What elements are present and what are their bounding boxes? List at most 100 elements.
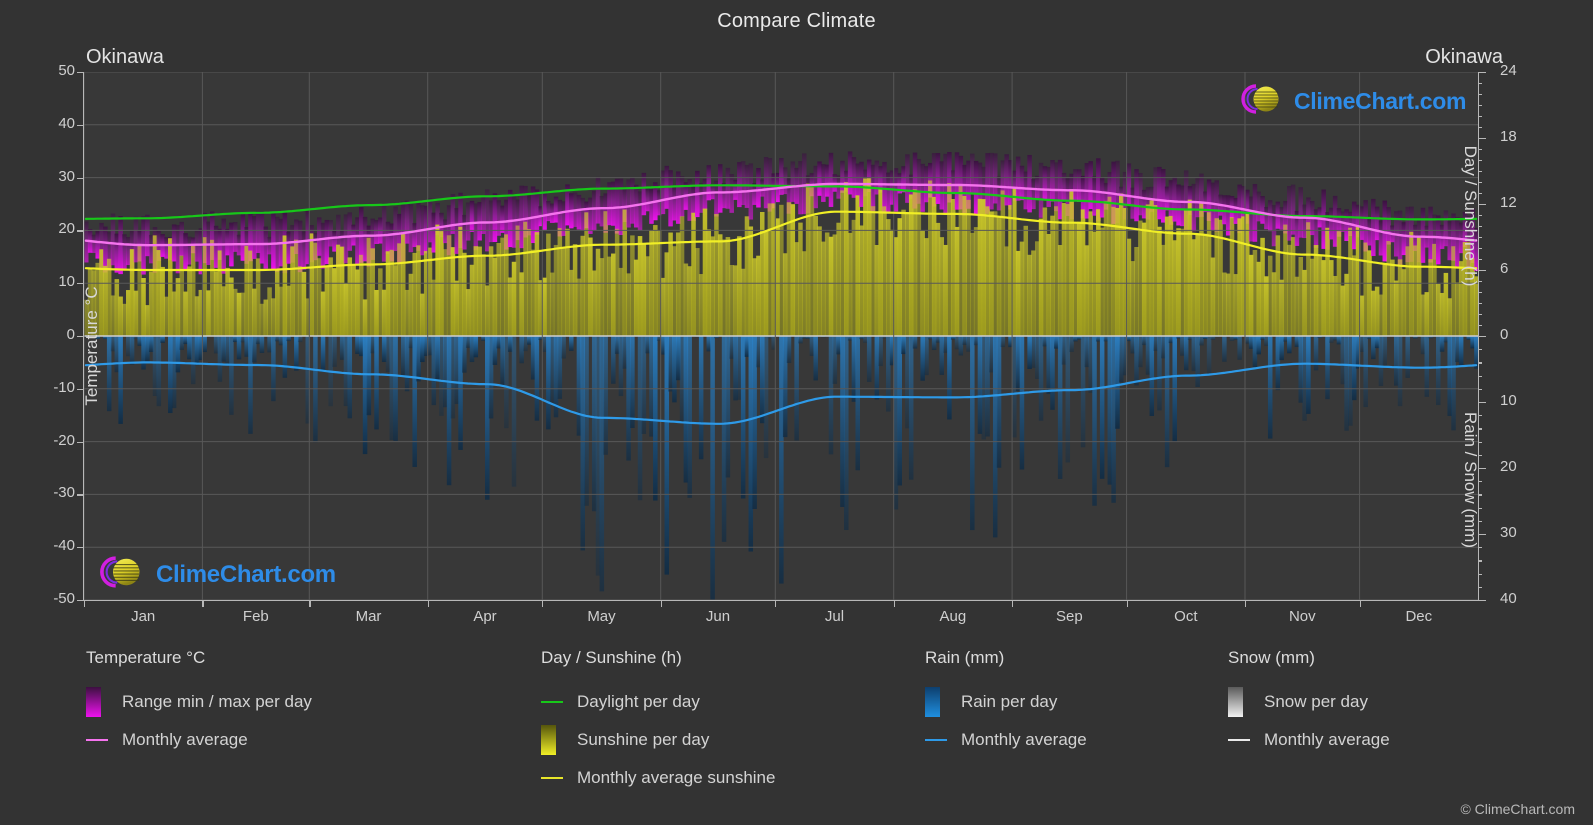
legend-swatch-line-icon xyxy=(541,701,563,703)
legend-item[interactable]: Monthly average xyxy=(925,721,1087,759)
legend-item-label: Monthly average xyxy=(961,730,1087,749)
legend-item[interactable]: Monthly average sunshine xyxy=(541,759,775,797)
legend-column-temperature-c: Temperature °C Range min / max per day Mon… xyxy=(86,648,312,759)
legend-swatch xyxy=(1228,739,1264,741)
axis-tick-mark xyxy=(77,547,84,549)
axis-tick-mark xyxy=(77,336,84,338)
y-axis-tick-left: -10 xyxy=(53,378,75,396)
y-axis-tick-right-bottom: 30 xyxy=(1500,524,1517,541)
axis-tick-mark xyxy=(1478,270,1486,272)
axis-tick-mark xyxy=(1478,388,1482,390)
legend-item-label: Snow per day xyxy=(1264,692,1368,711)
legend-item-label: Monthly average sunshine xyxy=(577,768,776,787)
axis-tick-mark xyxy=(542,600,544,607)
axis-tick-mark xyxy=(77,600,84,602)
axis-tick-mark xyxy=(660,600,662,607)
legend-swatch xyxy=(86,739,122,741)
axis-tick-mark xyxy=(1478,292,1482,294)
axis-title-right-bottom: Rain / Snow (mm) xyxy=(1461,411,1478,549)
legend-swatch xyxy=(541,725,577,755)
chart-plot-area[interactable]: Temperature °C Day / Sunshine (h) Rain /… xyxy=(84,72,1478,600)
chart-legend: Temperature °C Range min / max per day Mon… xyxy=(0,648,1593,808)
legend-item[interactable]: Monthly average xyxy=(1228,721,1390,759)
axis-tick-mark xyxy=(1478,149,1482,151)
location-label-left: Okinawa xyxy=(86,46,164,68)
climate-chart-page: Compare Climate Okinawa Okinawa Temperat… xyxy=(0,0,1593,825)
axis-tick-mark xyxy=(1478,454,1482,456)
axis-tick-mark xyxy=(1478,494,1482,496)
axis-tick-mark xyxy=(1478,336,1486,338)
x-axis-tick-jan: Jan xyxy=(131,608,156,625)
legend-swatch xyxy=(925,739,961,741)
axis-tick-mark xyxy=(1478,105,1482,107)
y-axis-tick-left: 20 xyxy=(58,220,75,238)
axis-tick-mark xyxy=(77,230,84,232)
legend-header: Snow (mm) xyxy=(1228,648,1315,667)
legend-item-label: Monthly average xyxy=(1264,730,1390,749)
x-axis-tick-oct: Oct xyxy=(1174,608,1198,625)
axis-tick-mark xyxy=(1478,116,1482,118)
legend-swatch xyxy=(541,777,577,779)
axis-tick-mark xyxy=(1245,600,1247,607)
legend-header: Temperature °C xyxy=(86,648,206,667)
y-axis-tick-left: 0 xyxy=(66,326,75,343)
legend-swatch-line-icon xyxy=(541,777,563,779)
legend-item[interactable]: Rain per day xyxy=(925,683,1087,721)
axis-tick-mark xyxy=(1478,281,1482,283)
y-axis-tick-right-top: 0 xyxy=(1500,326,1509,343)
y-axis-tick-left: -50 xyxy=(53,590,75,607)
x-axis-tick-aug: Aug xyxy=(939,608,967,625)
legend-swatch-line-icon xyxy=(86,739,108,741)
legend-swatch xyxy=(541,701,577,703)
x-axis-tick-feb: Feb xyxy=(242,608,269,625)
axis-tick-mark xyxy=(77,177,84,179)
axis-tick-mark xyxy=(1478,83,1482,85)
legend-item-label: Monthly average xyxy=(122,730,248,749)
legend-swatch-box-icon xyxy=(1228,687,1243,717)
x-axis-tick-nov: Nov xyxy=(1288,608,1316,625)
y-axis-tick-left: 10 xyxy=(58,273,75,291)
page-title: Compare Climate xyxy=(717,10,876,32)
axis-tick-mark xyxy=(1478,160,1482,162)
axis-tick-mark xyxy=(1478,303,1482,305)
legend-item[interactable]: Monthly average xyxy=(86,721,312,759)
climechart-logo-icon xyxy=(1235,82,1289,121)
legend-column-snow-mm: Snow (mm) Snow per day Monthly average xyxy=(1228,648,1390,759)
axis-tick-mark xyxy=(1478,600,1486,602)
y-axis-tick-left: 30 xyxy=(58,167,75,185)
legend-item[interactable]: Daylight per day xyxy=(541,683,775,721)
axis-tick-mark xyxy=(1478,237,1482,239)
axis-tick-mark xyxy=(893,600,895,607)
legend-header: Day / Sunshine (h) xyxy=(541,648,682,667)
footer-copyright: © ClimeChart.com xyxy=(1460,801,1575,817)
axis-tick-mark xyxy=(77,494,84,496)
y-axis-tick-right-bottom: 40 xyxy=(1500,590,1517,607)
axis-tick-mark xyxy=(1478,127,1482,129)
axis-tick-mark xyxy=(1478,441,1482,443)
axis-tick-mark xyxy=(1478,215,1482,217)
axis-tick-mark xyxy=(1012,600,1014,607)
x-axis-tick-jun: Jun xyxy=(705,608,731,625)
y-axis-tick-left: -30 xyxy=(53,484,75,502)
y-axis-tick-right-bottom: 10 xyxy=(1500,392,1517,409)
y-axis-tick-right-top: 18 xyxy=(1500,128,1517,145)
axis-tick-mark xyxy=(1478,375,1482,377)
axis-tick-mark xyxy=(1478,259,1482,261)
legend-item[interactable]: Sunshine per day xyxy=(541,721,775,759)
legend-item[interactable]: Snow per day xyxy=(1228,683,1390,721)
legend-swatch-box-icon xyxy=(541,725,556,755)
legend-swatch xyxy=(86,687,122,717)
legend-column-day-sunshine-h: Day / Sunshine (h) Daylight per day Sunshi… xyxy=(541,648,775,797)
x-axis-tick-apr: Apr xyxy=(473,608,497,625)
axis-tick-mark xyxy=(1478,226,1482,228)
legend-item[interactable]: Range min / max per day xyxy=(86,683,312,721)
axis-tick-mark xyxy=(1478,560,1482,562)
axis-tick-mark xyxy=(1478,171,1482,173)
axis-tick-mark xyxy=(1478,520,1482,522)
axis-tick-mark xyxy=(1478,362,1482,364)
y-axis-tick-right-top: 24 xyxy=(1500,62,1517,79)
axis-tick-mark xyxy=(1478,481,1482,483)
axis-tick-mark xyxy=(1478,507,1482,509)
axis-tick-mark xyxy=(84,600,86,607)
x-axis-tick-mar: Mar xyxy=(355,608,382,625)
